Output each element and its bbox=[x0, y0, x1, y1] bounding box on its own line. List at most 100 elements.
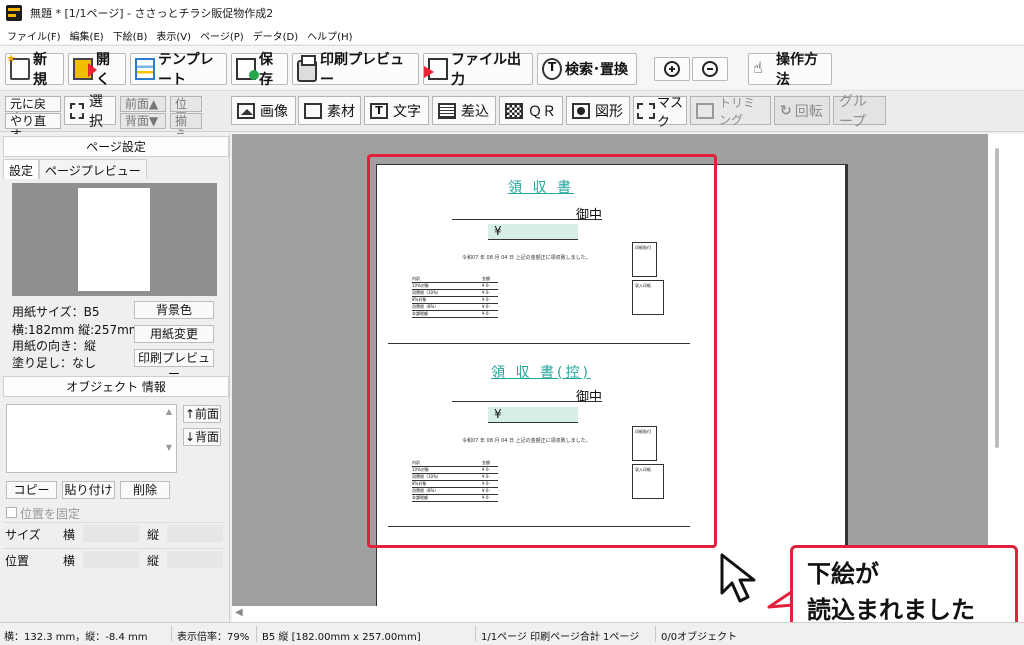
vertical-scrollbar-thumb[interactable] bbox=[995, 148, 999, 448]
crop-icon bbox=[696, 102, 714, 119]
menu-data[interactable]: データ(D) bbox=[250, 28, 305, 43]
zoom-out-button[interactable] bbox=[692, 57, 728, 81]
save-button-label: 保存 bbox=[259, 52, 273, 88]
delete-button[interactable]: 削除 bbox=[120, 481, 170, 499]
hand-pointer-icon: ☝ bbox=[753, 58, 763, 77]
object-list-scrollbar[interactable]: ▲ ▼ bbox=[164, 407, 174, 471]
page-settings-header: ページ設定 bbox=[3, 136, 229, 157]
menu-help[interactable]: ヘルプ(H) bbox=[304, 28, 358, 43]
mouse-pointer-icon bbox=[720, 553, 756, 603]
image-icon bbox=[237, 102, 255, 119]
paper-shadow bbox=[846, 164, 848, 606]
tab-page-preview[interactable]: ページプレビュー bbox=[39, 159, 147, 179]
status-divider bbox=[655, 626, 656, 642]
copy-button[interactable]: コピー bbox=[6, 481, 57, 499]
material-button[interactable]: 素材 bbox=[298, 96, 361, 125]
new-button[interactable]: 新規 bbox=[5, 52, 64, 88]
object-info-header: オブジェクト 情報 bbox=[3, 376, 229, 397]
open-folder-icon bbox=[73, 58, 97, 80]
left-panel: ページ設定 設定 ページプレビュー 用紙サイズ：B5 横:182mm 縦:257… bbox=[0, 134, 230, 622]
qr-code-icon bbox=[505, 102, 523, 119]
loaded-background-highlight bbox=[367, 154, 717, 548]
export-button-label: ファイル出力 bbox=[451, 52, 521, 88]
rotate-button[interactable]: ↻ 回転 bbox=[774, 96, 830, 125]
send-back-button[interactable]: 背面▼ bbox=[120, 113, 166, 129]
qr-label: ＱＲ bbox=[528, 103, 556, 120]
position-row: 位置 横 縦 bbox=[3, 548, 225, 570]
material-icon bbox=[304, 102, 322, 119]
page-thumbnail-area bbox=[12, 183, 217, 296]
object-list[interactable]: ▲ ▼ bbox=[6, 404, 177, 473]
size-row: サイズ 横 縦 bbox=[3, 522, 225, 544]
search-replace-button[interactable]: 検索･置換 bbox=[537, 53, 637, 85]
bring-front-button[interactable]: 前面▲ bbox=[120, 96, 166, 112]
new-button-label: 新規 bbox=[33, 52, 47, 88]
position-x-field[interactable] bbox=[83, 551, 139, 568]
printer-icon bbox=[297, 55, 317, 82]
position-y-field[interactable] bbox=[167, 551, 223, 568]
status-pages: 1/1ページ 印刷ページ合計 1ページ bbox=[481, 632, 640, 643]
help-button[interactable]: ☝ 操作方法 bbox=[748, 52, 832, 88]
paper-size-text: 用紙サイズ：B5 bbox=[12, 305, 100, 319]
status-divider bbox=[171, 626, 172, 642]
size-label: サイズ bbox=[5, 528, 41, 542]
position-label: 位置 bbox=[5, 554, 30, 568]
lock-position-checkbox[interactable] bbox=[6, 507, 17, 518]
search-replace-icon bbox=[542, 58, 562, 80]
template-icon bbox=[135, 58, 155, 80]
template-button[interactable]: テンプレート bbox=[130, 52, 227, 88]
background-color-button[interactable]: 背景色 bbox=[134, 301, 214, 319]
text-icon: T bbox=[370, 102, 388, 119]
align-button-bottom[interactable]: 揃え bbox=[170, 113, 202, 142]
side-print-preview-button[interactable]: 印刷プレビュー bbox=[134, 349, 214, 381]
menu-background[interactable]: 下絵(B) bbox=[110, 28, 154, 43]
page-thumbnail[interactable] bbox=[78, 188, 150, 291]
open-button[interactable]: 開く bbox=[68, 52, 126, 88]
position-y-label: 縦 bbox=[147, 554, 160, 568]
image-button[interactable]: 画像 bbox=[231, 96, 296, 125]
scroll-left-icon[interactable]: ◀ bbox=[235, 607, 243, 618]
bleed-text: 塗り足し：なし bbox=[12, 356, 97, 370]
menu-page[interactable]: ページ(P) bbox=[197, 28, 250, 43]
menu-file[interactable]: ファイル(F) bbox=[4, 28, 67, 43]
object-toolbar: 元に戻す やり直す 選択 前面▲ 背面▼ 位置 揃え 画像 素材 T 文字 差込… bbox=[0, 92, 1024, 142]
status-bar: 横：132.3 mm，縦：-8.4 mm 表示倍率：79% B5 縦 [182.… bbox=[0, 622, 1024, 645]
group-label: グループ bbox=[839, 93, 867, 130]
size-width-field[interactable] bbox=[83, 525, 139, 542]
save-button[interactable]: 保存 bbox=[231, 52, 288, 88]
undo-button[interactable]: 元に戻す bbox=[5, 96, 61, 125]
change-paper-button[interactable]: 用紙変更 bbox=[134, 325, 214, 343]
object-back-button[interactable]: ↓背面 bbox=[183, 428, 221, 446]
app-logo-icon bbox=[6, 5, 22, 21]
export-button[interactable]: ファイル出力 bbox=[423, 52, 533, 88]
export-file-icon bbox=[424, 58, 448, 80]
position-x-label: 横 bbox=[63, 554, 76, 568]
qr-button[interactable]: ＱＲ bbox=[499, 96, 563, 125]
print-preview-button[interactable]: 印刷プレビュー bbox=[292, 52, 419, 88]
redo-button[interactable]: やり直す bbox=[5, 113, 61, 142]
callout-line-1: 下絵が bbox=[807, 560, 879, 588]
size-height-field[interactable] bbox=[167, 525, 223, 542]
object-front-button[interactable]: ↑前面 bbox=[183, 405, 221, 423]
paste-button[interactable]: 貼り付け bbox=[62, 481, 115, 499]
menu-view[interactable]: 表示(V) bbox=[153, 28, 197, 43]
search-replace-label: 検索･置換 bbox=[565, 62, 628, 78]
shape-button[interactable]: 図形 bbox=[566, 96, 630, 125]
mask-label: マスク bbox=[657, 95, 684, 130]
menu-edit[interactable]: 編集(E) bbox=[67, 28, 110, 43]
mask-button[interactable]: マスク bbox=[633, 96, 687, 130]
window-title: 無題 * [1/1ページ] - ささっとチラシ販促物作成2 bbox=[30, 7, 274, 20]
select-arrow-icon bbox=[70, 102, 84, 119]
merge-button[interactable]: 差込 bbox=[432, 96, 496, 125]
select-label: 選択 bbox=[89, 93, 103, 130]
select-button[interactable]: 選択 bbox=[64, 94, 116, 130]
design-canvas[interactable]: 領 収 書 御中 ¥ 令和07 年 08 月 04 日 上記の金額正に領収致しま… bbox=[232, 134, 988, 606]
text-button[interactable]: T 文字 bbox=[364, 96, 429, 125]
align-button-top[interactable]: 位置 bbox=[170, 96, 202, 125]
tab-settings[interactable]: 設定 bbox=[3, 159, 40, 179]
trim-button[interactable]: トリミング bbox=[690, 96, 771, 127]
zoom-in-button[interactable] bbox=[654, 57, 690, 81]
template-button-label: テンプレート bbox=[158, 52, 214, 88]
app-window: 無題 * [1/1ページ] - ささっとチラシ販促物作成2 ファイル(F) 編集… bbox=[0, 0, 1024, 645]
group-button[interactable]: グループ bbox=[833, 94, 886, 130]
